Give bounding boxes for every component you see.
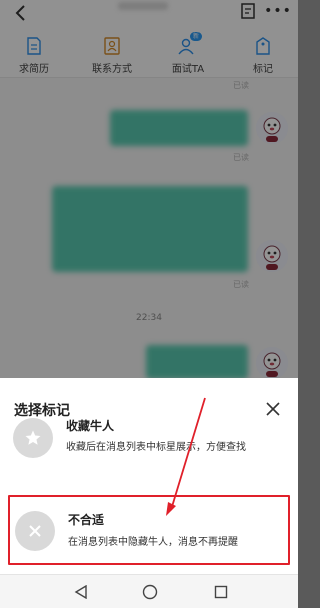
nav-back-button[interactable] <box>70 581 92 603</box>
modal-overlay[interactable] <box>0 0 298 378</box>
square-recents-icon <box>214 585 228 599</box>
star-icon <box>13 418 53 458</box>
system-nav-bar <box>0 574 298 608</box>
nav-home-button[interactable] <box>139 581 161 603</box>
option-desc: 收藏后在消息列表中标星展示，方便查找 <box>66 442 246 453</box>
option-favorite[interactable]: 收藏牛人 收藏后在消息列表中标星展示，方便查找 <box>8 412 290 470</box>
option-not-suitable[interactable]: 不合适 在消息列表中隐藏牛人，消息不再提醒 <box>8 495 290 565</box>
option-title: 不合适 <box>68 513 105 527</box>
mark-bottom-sheet: 选择标记 收藏牛人 收藏后在消息列表中标星展示，方便查找 不合适 在消息列表中隐… <box>0 378 298 574</box>
option-title: 收藏牛人 <box>66 419 115 433</box>
triangle-back-icon <box>74 585 87 599</box>
circle-home-icon <box>142 584 158 600</box>
close-x-icon <box>15 511 55 551</box>
nav-recents-button[interactable] <box>210 581 232 603</box>
option-desc: 在消息列表中隐藏牛人，消息不再提醒 <box>68 537 238 548</box>
